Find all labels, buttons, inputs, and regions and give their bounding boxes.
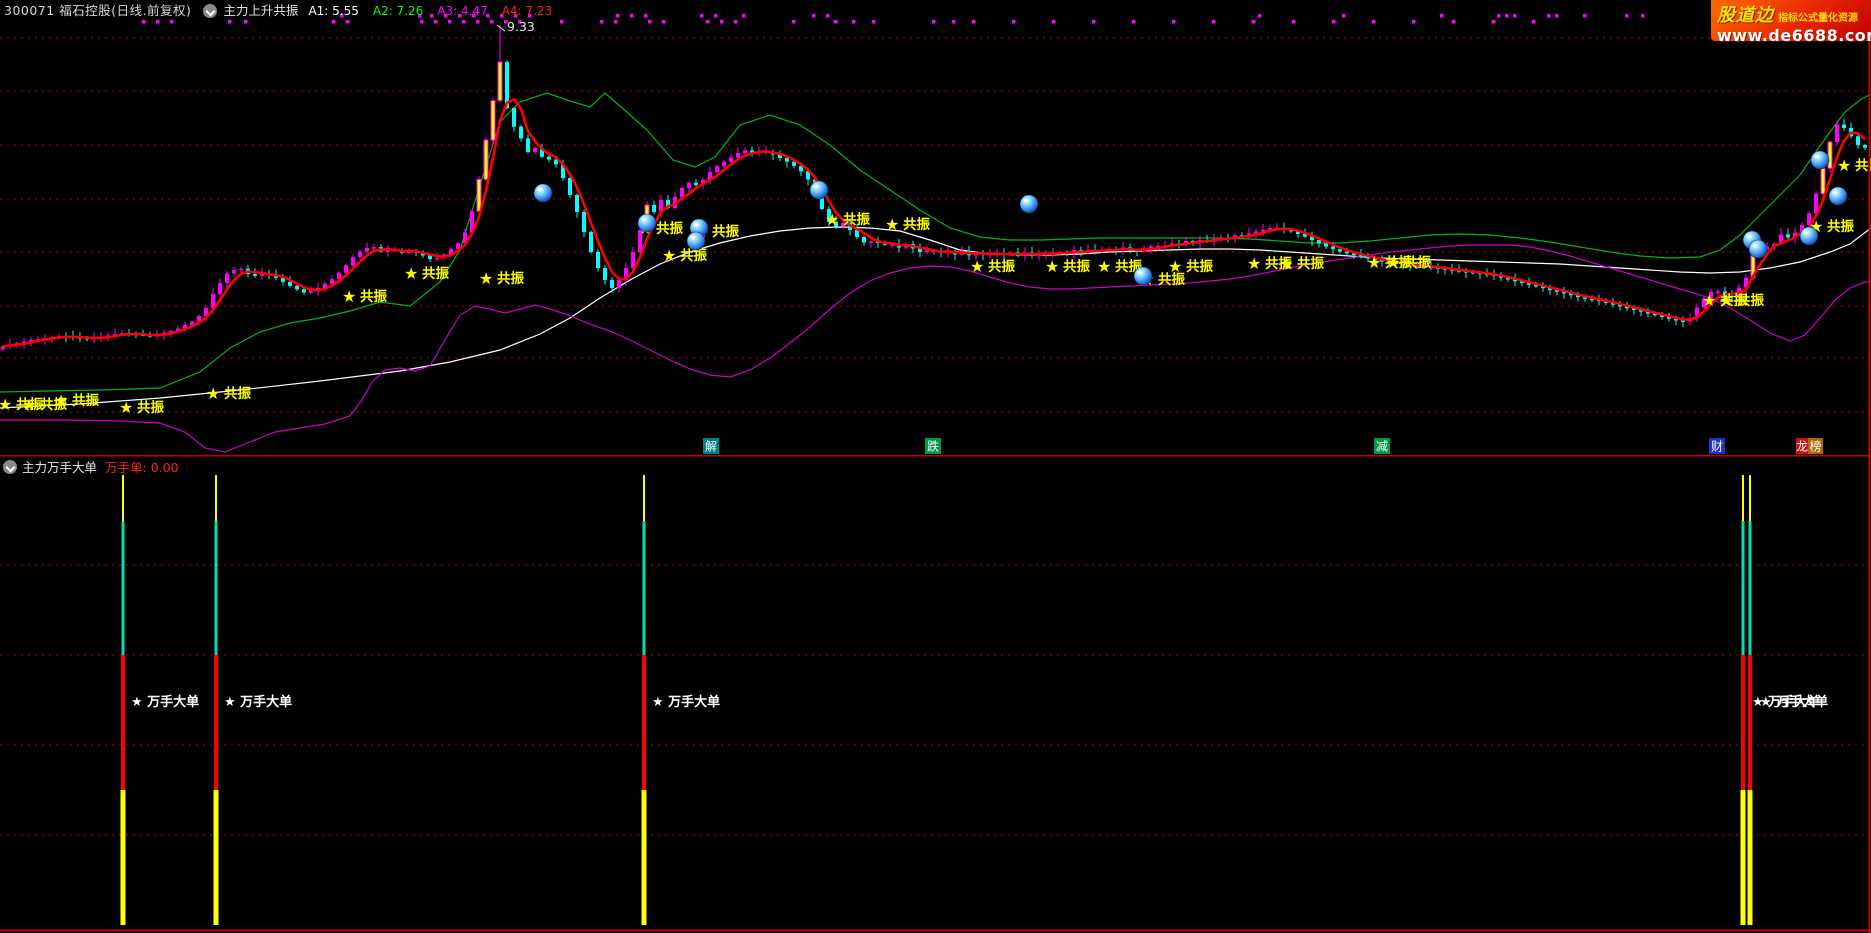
indicator-value: A1: 5.55: [308, 4, 358, 18]
svg-text:★: ★: [1702, 291, 1716, 310]
svg-text:★: ★: [1386, 253, 1400, 272]
svg-text:9.33: 9.33: [507, 19, 535, 34]
svg-text:★: ★: [119, 398, 133, 417]
svg-text:★: ★: [0, 395, 12, 414]
svg-text:共振: 共振: [1404, 254, 1432, 271]
svg-text:共振: 共振: [988, 258, 1016, 275]
main-gridlines: [0, 38, 1871, 412]
vendor-slogan: 指标公式量化资源: [1778, 9, 1858, 24]
sub-star-labels: ★ 万手大单★ 万手大单★ 万手大单★ 万手大单★ 万手大单: [131, 694, 1828, 710]
svg-text:共振: 共振: [1186, 258, 1214, 275]
svg-text:共振: 共振: [656, 220, 684, 237]
stock-title: 300071 福石控股(日线.前复权): [4, 2, 191, 20]
ma-line: [3, 99, 1865, 346]
svg-text:★ 万手大单: ★ 万手大单: [652, 694, 720, 710]
svg-text:共振: 共振: [1063, 258, 1091, 275]
svg-text:共振: 共振: [903, 216, 931, 233]
svg-text:★: ★: [206, 384, 220, 403]
svg-text:财: 财: [1711, 440, 1723, 454]
svg-text:★ 万手大单: ★ 万手大单: [1760, 694, 1828, 710]
vendor-url: www.de6688.com: [1717, 27, 1867, 44]
indicator-value: A3: 4.47: [437, 4, 487, 18]
vendor-logo[interactable]: 股道边 指标公式量化资源 www.de6688.com: [1711, 0, 1871, 41]
svg-text:共振: 共振: [1297, 255, 1325, 272]
indicator-value: A2: 7.26: [373, 4, 423, 18]
vendor-brand: 股道边: [1717, 1, 1774, 27]
svg-text:共振: 共振: [360, 288, 387, 305]
svg-text:共振: 共振: [1737, 292, 1765, 309]
sub-chart-canvas[interactable]: ★ 万手大单★ 万手大单★ 万手大单★ 万手大单★ 万手大单: [0, 455, 1871, 933]
main-header: 300071 福石控股(日线.前复权) 主力上升共振 A1: 5.55 A2: 7…: [4, 2, 566, 20]
resonance-stars: ★共振★共振★共振★共振★共振★共振★共振★共振★共振★共振★共振★共振★共振★…: [0, 156, 1871, 417]
svg-text:共振: 共振: [137, 399, 164, 416]
stock-app-window: ★共振★共振★共振★共振★共振★共振★共振★共振★共振★共振★共振★共振★共振★…: [0, 0, 1871, 933]
svg-text:共振: 共振: [843, 211, 871, 228]
price-high-annotation: 9.33: [497, 19, 535, 34]
svg-text:★: ★: [662, 246, 676, 265]
svg-text:★: ★: [1247, 254, 1261, 273]
svg-text:★: ★: [54, 391, 68, 410]
svg-text:跌: 跌: [927, 439, 939, 454]
svg-text:共振: 共振: [72, 392, 99, 409]
svg-text:★: ★: [342, 287, 356, 306]
indicator-value: A4: 7.23: [502, 4, 552, 18]
collapse-chevron-icon[interactable]: [3, 460, 17, 474]
band-lines: [0, 93, 1871, 452]
indicator-name: 主力上升共振: [223, 2, 298, 20]
main-chart-canvas[interactable]: ★共振★共振★共振★共振★共振★共振★共振★共振★共振★共振★共振★共振★共振★…: [0, 0, 1871, 455]
svg-text:榜: 榜: [1809, 439, 1821, 454]
svg-text:★: ★: [1719, 291, 1733, 310]
svg-text:★ 万手大单: ★ 万手大单: [224, 694, 292, 710]
svg-text:★: ★: [479, 269, 493, 288]
svg-text:减: 减: [1376, 440, 1388, 454]
svg-text:★: ★: [404, 264, 418, 283]
svg-text:★ 万手大单: ★ 万手大单: [131, 694, 199, 710]
event-badges: 解 跌 减 财 龙榜: [703, 438, 1823, 454]
svg-text:共振: 共振: [422, 265, 449, 282]
svg-text:★: ★: [1045, 257, 1059, 276]
svg-text:★: ★: [22, 395, 36, 414]
svg-text:共振: 共振: [224, 385, 251, 402]
svg-text:★: ★: [825, 210, 839, 229]
svg-text:★: ★: [1837, 156, 1851, 175]
svg-text:★: ★: [885, 215, 899, 234]
collapse-chevron-icon[interactable]: [203, 4, 217, 18]
sub-indicator-name: 主力万手大单: [22, 457, 97, 476]
svg-text:★: ★: [1367, 253, 1381, 272]
signal-bars: [121, 475, 1753, 925]
svg-text:★: ★: [1279, 254, 1293, 273]
svg-text:★: ★: [1097, 257, 1111, 276]
svg-text:★: ★: [970, 257, 984, 276]
sub-header: 主力万手大单 万手单: 0.00: [3, 457, 179, 476]
svg-text:共振: 共振: [497, 270, 525, 287]
sub-indicator-value: 万手单: 0.00: [105, 457, 179, 476]
candles-layer: [1, 25, 1867, 351]
svg-text:共振: 共振: [712, 223, 740, 240]
svg-text:龙: 龙: [1796, 440, 1808, 454]
svg-text:★: ★: [1168, 257, 1182, 276]
svg-text:共振: 共振: [1827, 218, 1855, 235]
svg-text:解: 解: [705, 440, 717, 454]
indicator-values: A1: 5.55 A2: 7.26 A3: 4.47 A4: 7.23: [308, 2, 566, 20]
